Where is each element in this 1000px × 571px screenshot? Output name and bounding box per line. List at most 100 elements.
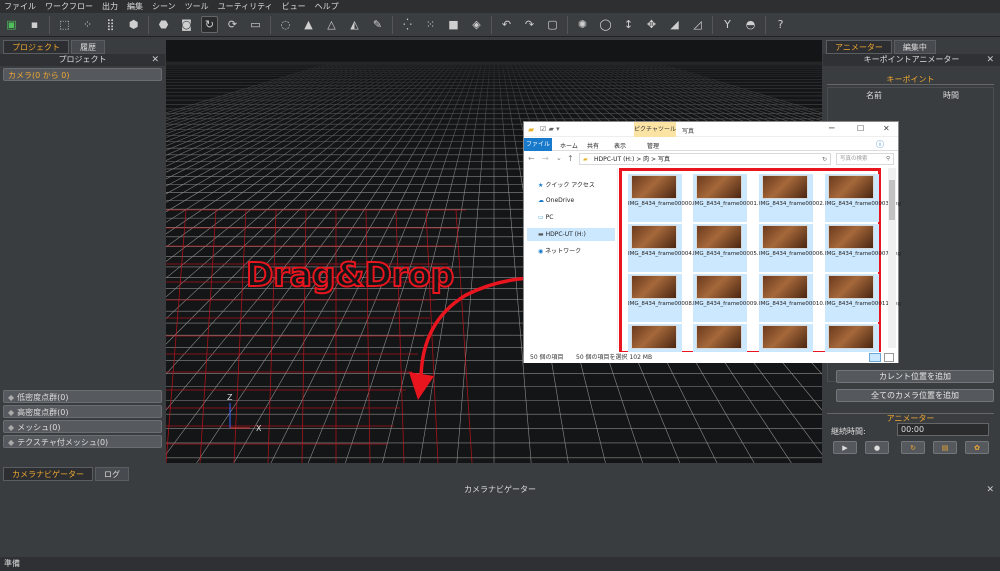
refresh-address-icon[interactable]: ↻ bbox=[822, 154, 827, 165]
details-view-icon[interactable] bbox=[869, 353, 881, 362]
file-thumbnail[interactable]: IMG_8434_frame00011.png bbox=[825, 274, 901, 322]
dense-cloud-icon[interactable]: ⣿ bbox=[102, 16, 119, 33]
tab-history[interactable]: 履歴 bbox=[71, 40, 105, 54]
record-button[interactable]: ● bbox=[865, 441, 889, 454]
scrollbar-thumb[interactable] bbox=[889, 180, 895, 220]
play-button[interactable]: ▶ bbox=[833, 441, 857, 454]
explorer-search-input[interactable]: 写真の検索 ⚲ bbox=[836, 153, 894, 165]
menu-utility[interactable]: ユーティリティ bbox=[218, 1, 273, 12]
nav-onedrive[interactable]: ☁ OneDrive bbox=[538, 197, 574, 204]
menu-tools[interactable]: ツール bbox=[185, 1, 209, 12]
scale-icon[interactable]: ◢ bbox=[666, 16, 683, 33]
quick-access-toolbar-icon[interactable]: ☑ ▰ ▾ bbox=[540, 125, 560, 133]
mask-icon[interactable]: ◓ bbox=[742, 16, 759, 33]
forward-icon[interactable]: → bbox=[542, 154, 549, 163]
file-thumbnail[interactable] bbox=[628, 324, 682, 352]
move-icon[interactable]: ✥ bbox=[643, 16, 660, 33]
view-icon[interactable]: ▢ bbox=[544, 16, 561, 33]
dots-grid-icon[interactable]: ⁙ bbox=[422, 16, 439, 33]
brush-icon[interactable]: ✎ bbox=[369, 16, 386, 33]
pyramid-icon[interactable]: ▲ bbox=[300, 16, 317, 33]
nav-network[interactable]: ◉ ネットワーク bbox=[538, 246, 581, 255]
tool-icon[interactable]: Y bbox=[719, 16, 736, 33]
file-thumbnail[interactable]: IMG_8434_frame00005.png bbox=[693, 224, 769, 272]
large-icons-view-icon[interactable] bbox=[884, 353, 894, 362]
menu-file[interactable]: ファイル bbox=[4, 1, 36, 12]
menu-export[interactable]: 出力 bbox=[102, 1, 118, 12]
file-thumbnail[interactable] bbox=[693, 324, 747, 352]
move-vertical-icon[interactable]: ↕ bbox=[620, 16, 637, 33]
help-circle-icon[interactable]: ⓘ bbox=[876, 139, 884, 150]
file-thumbnail[interactable]: IMG_8434_frame00002.png bbox=[759, 174, 835, 222]
menu-help[interactable]: ヘルプ bbox=[315, 1, 339, 12]
minimize-icon[interactable]: ─ bbox=[829, 124, 834, 134]
file-thumbnail[interactable]: IMG_8434_frame00003.png bbox=[825, 174, 901, 222]
dots-icon[interactable]: ⁛ bbox=[399, 16, 416, 33]
ribbon-tab-view[interactable]: 表示 bbox=[614, 141, 626, 150]
file-thumbnail[interactable]: IMG_8434_frame00008.png bbox=[628, 274, 704, 322]
file-thumbnail[interactable]: IMG_8434_frame00004.png bbox=[628, 224, 704, 272]
nav-drive-h[interactable]: ▬ HDPC-UT (H:) bbox=[527, 228, 615, 241]
close-icon[interactable]: ✕ bbox=[986, 484, 994, 496]
file-thumbnail[interactable]: IMG_8434_frame00001.png bbox=[693, 174, 769, 222]
close-icon[interactable]: ✕ bbox=[986, 54, 994, 66]
file-thumbnail[interactable]: IMG_8434_frame00000.png bbox=[628, 174, 704, 222]
maximize-icon[interactable]: ☐ bbox=[857, 124, 864, 133]
ribbon-tab-home[interactable]: ホーム bbox=[560, 141, 578, 150]
file-thumbnail[interactable] bbox=[759, 324, 813, 352]
back-icon[interactable]: ← bbox=[528, 154, 535, 163]
help-icon[interactable]: ? bbox=[772, 16, 789, 33]
loop-button[interactable]: ↻ bbox=[901, 441, 925, 454]
orbit-icon[interactable]: ✺ bbox=[574, 16, 591, 33]
ruler-icon[interactable]: ◿ bbox=[689, 16, 706, 33]
mesh-button[interactable]: ◆ メッシュ(0) bbox=[3, 420, 162, 433]
refresh-icon[interactable]: ⟳ bbox=[224, 16, 241, 33]
ribbon-tab-manage[interactable]: 管理 bbox=[647, 141, 659, 150]
point-cloud-icon[interactable]: ⁘ bbox=[79, 16, 96, 33]
ribbon-tab-share[interactable]: 共有 bbox=[587, 141, 599, 150]
select-rect-icon[interactable]: ⬚ bbox=[56, 16, 73, 33]
triangle-icon[interactable]: ◭ bbox=[346, 16, 363, 33]
camera-tree-item[interactable]: カメラ(0 から 0) bbox=[3, 68, 162, 81]
cube-icon[interactable]: ⬢ bbox=[125, 16, 142, 33]
undo-icon[interactable]: ↶ bbox=[498, 16, 515, 33]
nav-pc[interactable]: ▭ PC bbox=[538, 214, 553, 221]
ribbon-tab-file[interactable]: ファイル bbox=[524, 138, 552, 151]
mesh-cube-icon[interactable]: ⬣ bbox=[155, 16, 172, 33]
tab-animator[interactable]: アニメーター bbox=[826, 40, 892, 54]
close-window-icon[interactable]: ✕ bbox=[883, 124, 890, 133]
redo-icon[interactable]: ↷ bbox=[521, 16, 538, 33]
new-project-icon[interactable]: ▣ bbox=[3, 16, 20, 33]
menu-workflow[interactable]: ワークフロー bbox=[45, 1, 93, 12]
pyramid-dots-icon[interactable]: △ bbox=[323, 16, 340, 33]
scrollbar[interactable] bbox=[888, 168, 896, 348]
file-thumbnail[interactable]: IMG_8434_frame00007.png bbox=[825, 224, 901, 272]
rotate-free-icon[interactable]: ◯ bbox=[597, 16, 614, 33]
file-thumbnail[interactable] bbox=[825, 324, 879, 352]
textured-cube-icon[interactable]: ◈ bbox=[468, 16, 485, 33]
file-thumbnail[interactable]: IMG_8434_frame00010.png bbox=[759, 274, 835, 322]
sparse-cloud-button[interactable]: ◆ 低密度点群(0) bbox=[3, 390, 162, 403]
file-thumbnail[interactable]: IMG_8434_frame00009.png bbox=[693, 274, 769, 322]
camera-icon[interactable]: ◙ bbox=[178, 16, 195, 33]
tab-camera-navigator[interactable]: カメラナビゲーター bbox=[3, 467, 93, 481]
solid-cube-icon[interactable]: ■ bbox=[445, 16, 462, 33]
image-icon[interactable]: ▭ bbox=[247, 16, 264, 33]
menu-scene[interactable]: シーン bbox=[152, 1, 176, 12]
close-icon[interactable]: ✕ bbox=[151, 54, 159, 66]
tab-log[interactable]: ログ bbox=[95, 467, 129, 481]
tab-editing[interactable]: 編集中 bbox=[893, 40, 936, 54]
rotate-icon[interactable]: ↻ bbox=[201, 16, 218, 33]
light-icon[interactable]: ◌ bbox=[277, 16, 294, 33]
menu-view[interactable]: ビュー bbox=[282, 1, 306, 12]
selected-files-area[interactable]: IMG_8434_frame00000.png IMG_8434_frame000… bbox=[619, 168, 901, 354]
duration-input[interactable]: 00:00 bbox=[897, 423, 989, 436]
menu-edit[interactable]: 編集 bbox=[127, 1, 143, 12]
add-current-position-button[interactable]: カレント位置を追加 bbox=[836, 370, 994, 383]
up-icon[interactable]: ↑ bbox=[567, 154, 574, 163]
recent-dropdown-icon[interactable]: ⌄ bbox=[556, 154, 562, 162]
textured-mesh-button[interactable]: ◆ テクスチャ付メッシュ(0) bbox=[3, 435, 162, 448]
film-button[interactable]: ▤ bbox=[933, 441, 957, 454]
settings-button[interactable]: ✿ bbox=[965, 441, 989, 454]
tab-project[interactable]: プロジェクト bbox=[3, 40, 69, 54]
